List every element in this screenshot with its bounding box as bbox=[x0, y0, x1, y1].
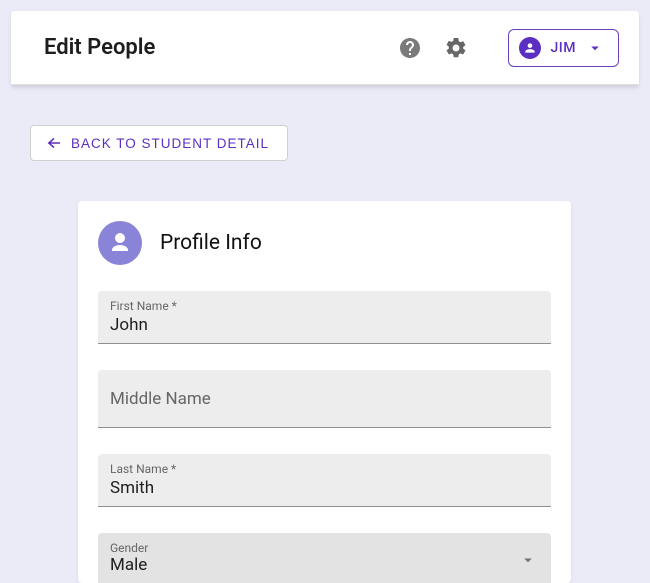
last-name-value: Smith bbox=[110, 478, 539, 498]
user-name: JIM bbox=[551, 40, 577, 56]
profile-info-card: Profile Info First Name * John Middle Na… bbox=[78, 201, 571, 583]
app-header: Edit People JIM bbox=[11, 11, 639, 85]
help-icon[interactable] bbox=[398, 36, 422, 60]
card-header: Profile Info bbox=[98, 221, 551, 265]
gender-select[interactable]: Gender Male bbox=[98, 533, 551, 583]
card-title: Profile Info bbox=[160, 231, 262, 255]
first-name-label: First Name * bbox=[110, 299, 539, 313]
arrow-left-icon bbox=[45, 135, 63, 151]
content-area: BACK TO STUDENT DETAIL Profile Info Firs… bbox=[0, 85, 650, 583]
settings-icon[interactable] bbox=[444, 36, 468, 60]
gender-value: Male bbox=[110, 555, 539, 575]
user-avatar-icon bbox=[519, 37, 541, 59]
header-actions: JIM bbox=[398, 29, 620, 67]
gender-label: Gender bbox=[110, 541, 539, 555]
user-menu[interactable]: JIM bbox=[508, 29, 620, 67]
back-to-student-detail-button[interactable]: BACK TO STUDENT DETAIL bbox=[30, 125, 288, 161]
first-name-value: John bbox=[110, 315, 539, 335]
profile-avatar-icon bbox=[98, 221, 142, 265]
back-button-label: BACK TO STUDENT DETAIL bbox=[71, 136, 269, 151]
last-name-field[interactable]: Last Name * Smith bbox=[98, 454, 551, 507]
middle-name-field[interactable]: Middle Name bbox=[98, 370, 551, 428]
last-name-label: Last Name * bbox=[110, 462, 539, 476]
page-title: Edit People bbox=[44, 35, 398, 60]
dropdown-arrow-icon bbox=[519, 551, 537, 573]
first-name-field[interactable]: First Name * John bbox=[98, 291, 551, 344]
chevron-down-icon bbox=[586, 39, 604, 57]
middle-name-placeholder: Middle Name bbox=[110, 389, 539, 409]
